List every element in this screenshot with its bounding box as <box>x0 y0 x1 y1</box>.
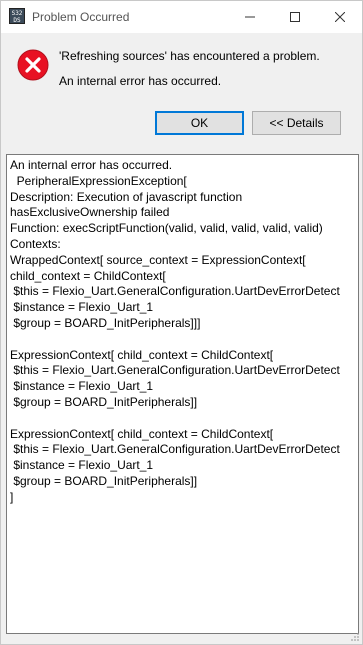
close-button[interactable] <box>317 1 362 33</box>
details-line: $group = BOARD_InitPeripherals]]] <box>10 315 201 330</box>
resize-grip-icon[interactable] <box>350 632 360 642</box>
details-line: ExpressionContext[ child_context = Child… <box>10 426 274 441</box>
close-icon <box>334 12 345 22</box>
details-line <box>10 332 355 348</box>
details-line: Function: execScriptFunction(valid, vali… <box>10 221 323 236</box>
details-line: hasExclusiveOwnership failed <box>10 205 170 220</box>
details-line: $this = Flexio_Uart.GeneralConfiguration… <box>10 442 340 457</box>
details-line: ] <box>10 489 14 504</box>
details-line: PeripheralExpressionException[ <box>10 173 187 188</box>
details-toggle-button[interactable]: << Details <box>252 111 341 135</box>
details-line: $instance = Flexio_Uart_1 <box>10 300 154 315</box>
details-line: $this = Flexio_Uart.GeneralConfiguration… <box>10 284 340 299</box>
minimize-button[interactable] <box>227 1 272 33</box>
details-line: An internal error has occurred. <box>10 158 173 172</box>
details-line: ExpressionContext[ child_context = Child… <box>10 347 274 362</box>
details-line: $instance = Flexio_Uart_1 <box>10 458 154 473</box>
error-icon <box>17 49 49 81</box>
s32ds-app-icon: S32 DS <box>9 8 25 24</box>
ok-button[interactable]: OK <box>155 111 244 135</box>
details-line: $this = Flexio_Uart.GeneralConfiguration… <box>10 363 340 378</box>
minimize-icon <box>244 16 255 18</box>
maximize-button[interactable] <box>272 1 317 33</box>
window-title: Problem Occurred <box>32 10 130 24</box>
details-line: Contexts: <box>10 236 61 251</box>
details-line <box>10 411 355 427</box>
maximize-icon <box>289 12 300 22</box>
details-line: child_context = ChildContext[ <box>10 268 166 283</box>
details-text-area[interactable]: An internal error has occurred. Peripher… <box>6 154 359 634</box>
details-line: $group = BOARD_InitPeripherals]] <box>10 473 198 488</box>
details-line: $instance = Flexio_Uart_1 <box>10 379 154 394</box>
problem-dialog: S32 DS Problem Occurred 'Refreshing sourc… <box>0 0 363 645</box>
title-bar[interactable]: S32 DS Problem Occurred <box>1 1 362 33</box>
details-line: WrappedContext[ source_context = Express… <box>10 252 306 267</box>
problem-message: 'Refreshing sources' has encountered a p… <box>59 49 320 63</box>
error-summary: An internal error has occurred. <box>59 74 222 88</box>
details-line: Description: Execution of javascript fun… <box>10 189 243 204</box>
details-line: $group = BOARD_InitPeripherals]] <box>10 394 198 409</box>
